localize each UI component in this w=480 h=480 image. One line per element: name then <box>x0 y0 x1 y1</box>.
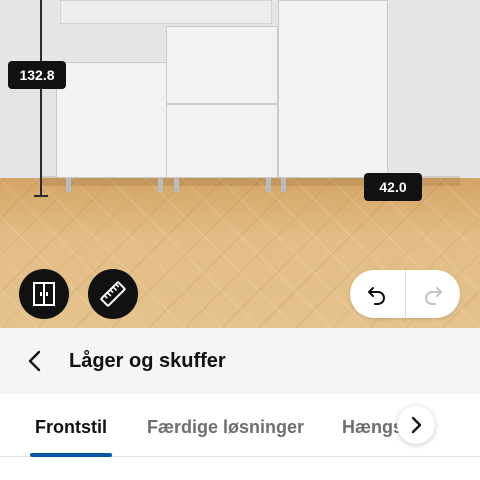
height-measure-line <box>40 0 42 196</box>
depth-dimension-label: 42.0 <box>364 173 422 201</box>
measure-button[interactable] <box>88 269 138 319</box>
cabinet-leg <box>174 178 179 192</box>
ruler-icon <box>100 281 126 307</box>
tab-faerdige-losninger[interactable]: Færdige løsninger <box>147 416 304 438</box>
cabinet-right[interactable] <box>278 0 388 178</box>
cabinet-leg <box>158 178 163 192</box>
room-3d-view[interactable]: 132.8 42.0 <box>0 0 480 328</box>
toggle-doors-button[interactable] <box>19 269 69 319</box>
tab-frontstil[interactable]: Frontstil <box>35 416 107 438</box>
height-dimension-label: 132.8 <box>8 61 66 89</box>
cabinet-leg <box>66 178 71 192</box>
undo-icon <box>368 287 386 305</box>
cabinet-middle-upper[interactable] <box>166 26 278 104</box>
cabinet-middle-lower[interactable] <box>166 104 278 178</box>
height-measure-foot <box>34 195 48 197</box>
redo-button[interactable] <box>405 270 460 318</box>
undo-button[interactable] <box>350 270 405 318</box>
cabinet-top-strip[interactable] <box>60 0 272 24</box>
cabinet-left[interactable] <box>56 62 168 178</box>
chevron-left-icon <box>28 350 41 372</box>
tab-bar: Frontstil Færdige løsninger Hængslur <box>0 394 480 480</box>
undo-redo-group <box>350 270 460 318</box>
active-tab-indicator <box>30 453 112 457</box>
cabinet-leg <box>266 178 271 192</box>
cabinet-leg <box>281 178 286 192</box>
back-button[interactable] <box>20 346 50 376</box>
panel-title: Låger og skuffer <box>69 350 226 372</box>
panel-header: Låger og skuffer <box>0 328 480 394</box>
chevron-right-icon <box>411 416 422 434</box>
tab-scroll-right-button[interactable] <box>397 406 435 444</box>
redo-icon <box>424 287 442 305</box>
doors-icon <box>33 282 55 306</box>
